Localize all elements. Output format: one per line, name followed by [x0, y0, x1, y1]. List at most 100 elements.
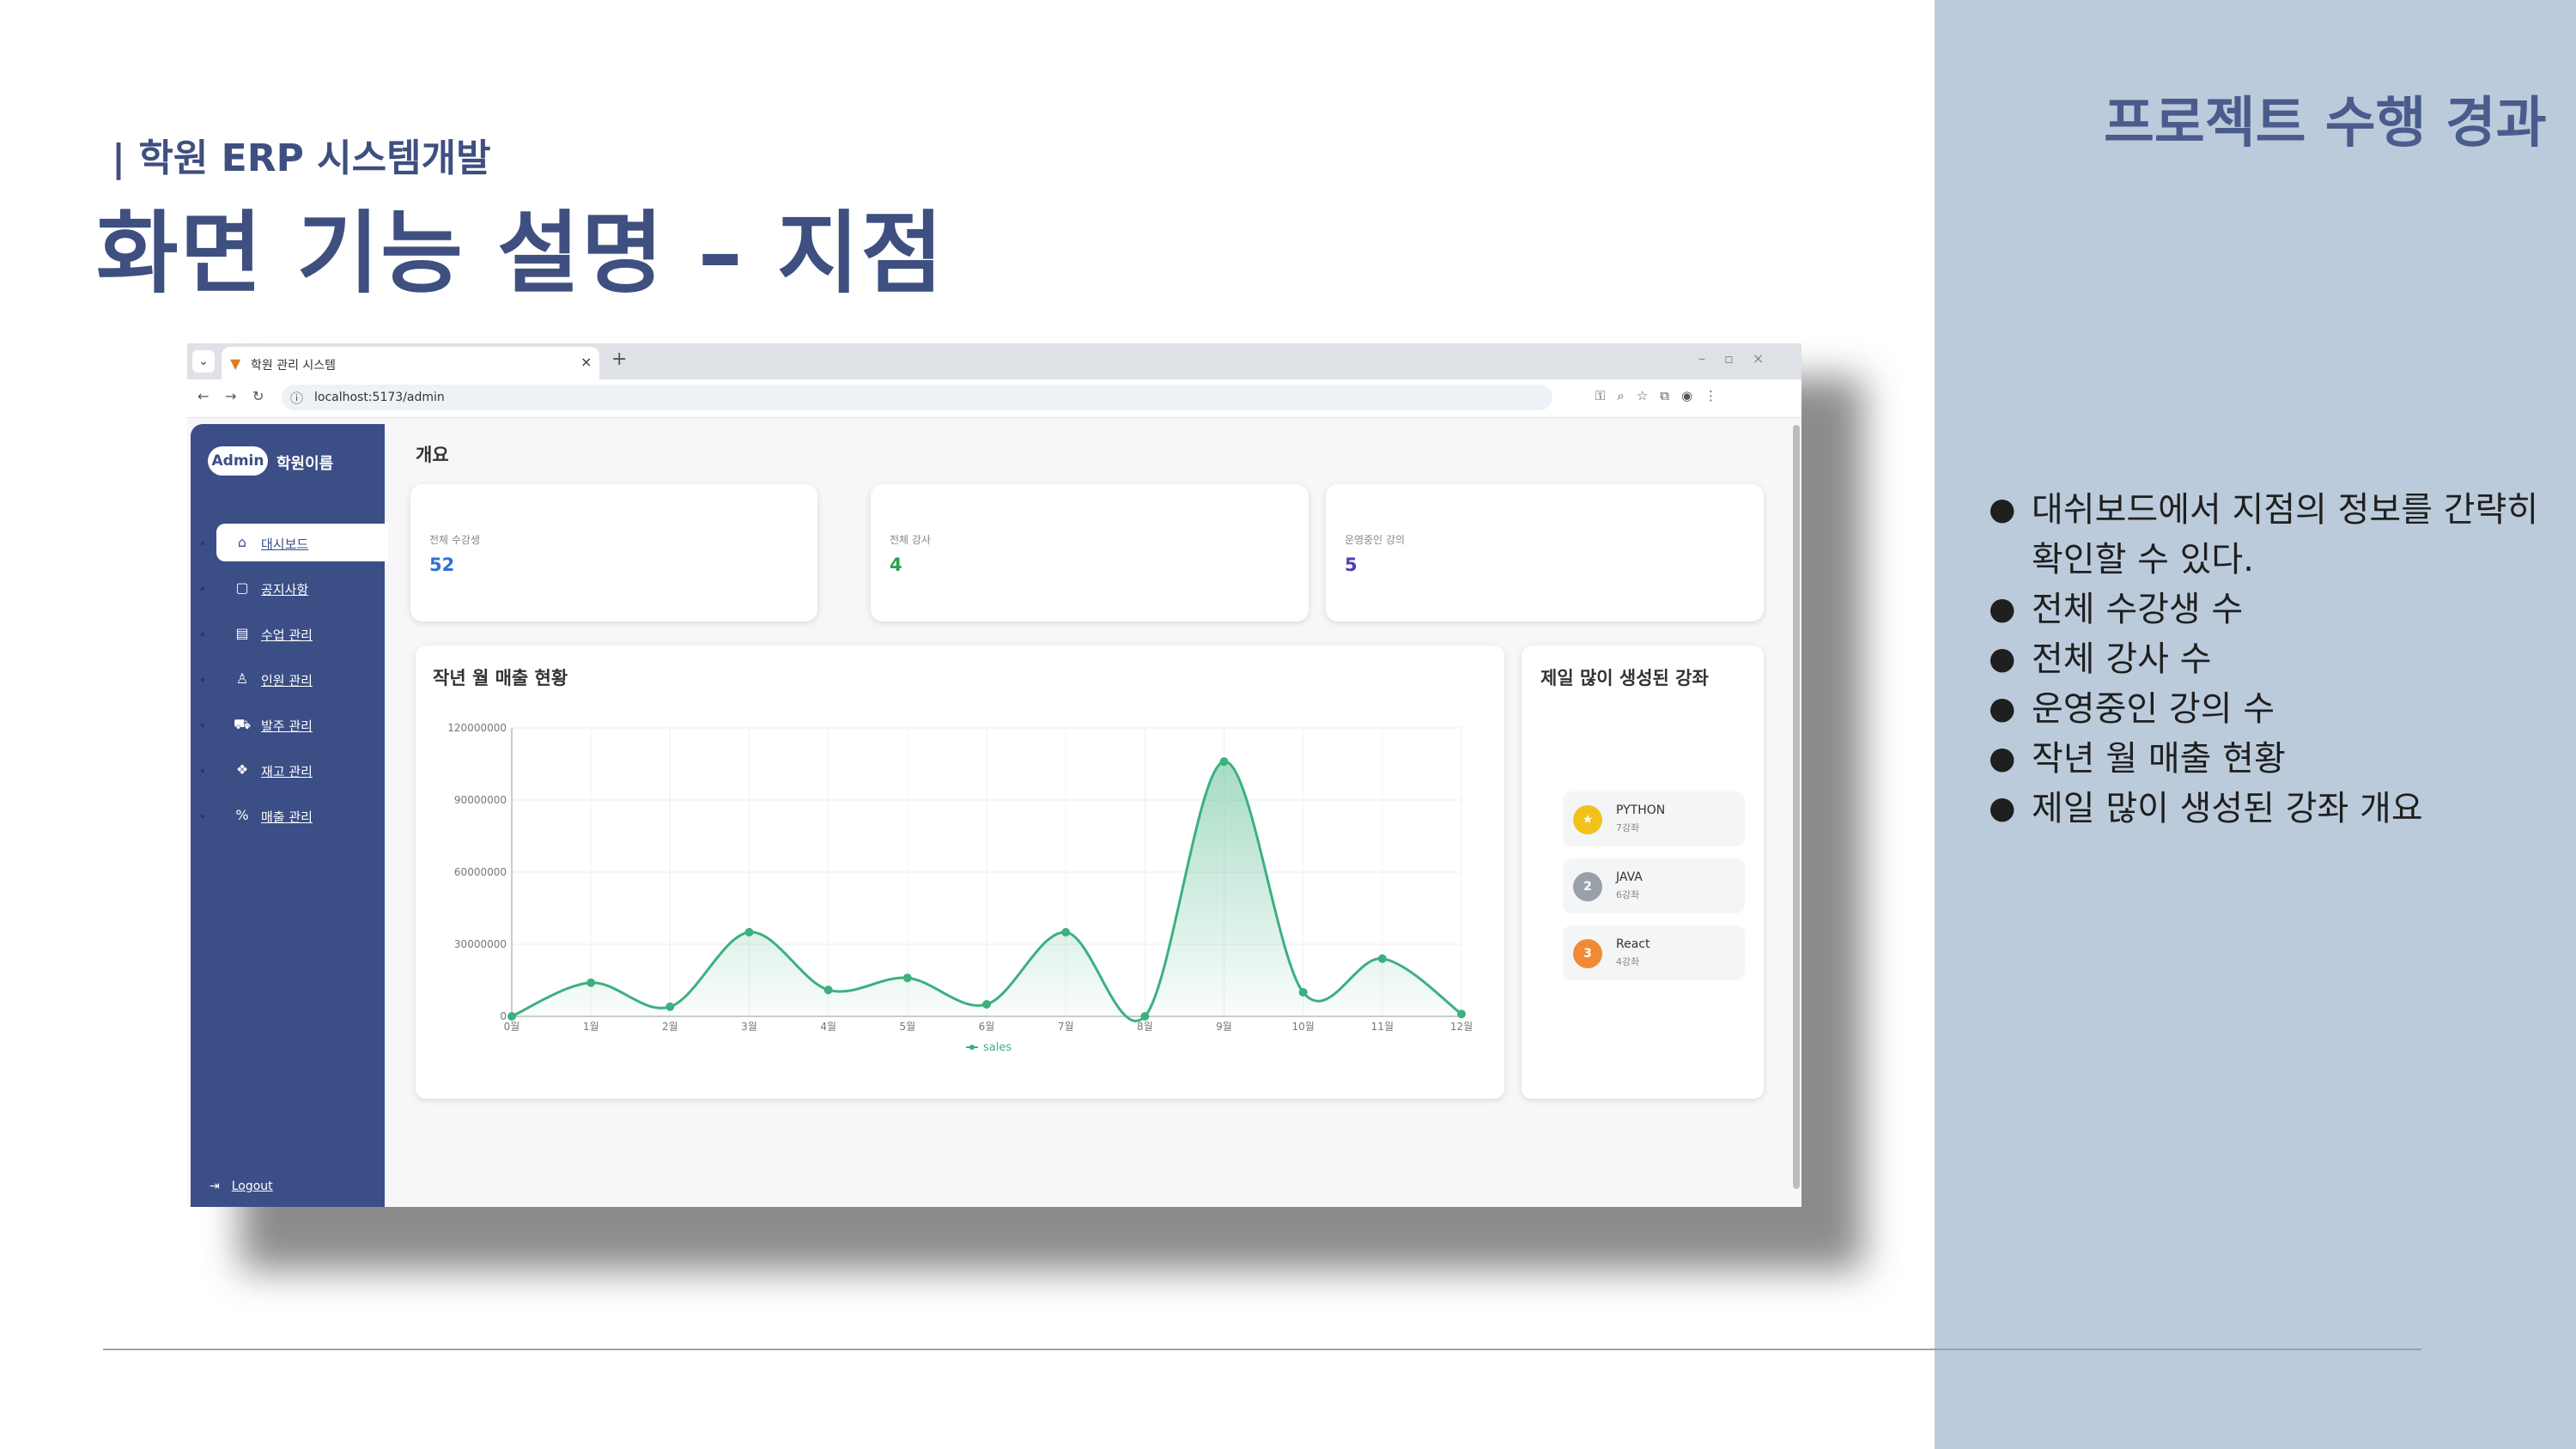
bullet-text: 전체 수강생 수 [2032, 590, 2244, 629]
legend-label: sales [983, 1041, 1012, 1054]
app-sidebar: Admin 학원이름 ⌂ 대시보드 ▢ 공지사항 ▤ 수업 관리 ♙ 인원 관리 [191, 424, 388, 1207]
bullet-item: ● 작년 월 매출 현황 [1989, 739, 2286, 779]
x-tick-label: 11월 [1371, 1021, 1394, 1033]
x-tick-label: 8월 [1137, 1021, 1153, 1033]
sidebar-item-orders[interactable]: ⛟ 발주 관리 [191, 702, 385, 748]
address-bar: ← → ↻ ⓘ localhost:5173/admin ⚿⌕☆⧉◉⋮ [187, 379, 1801, 418]
user-icon: ♙ [235, 670, 249, 687]
x-tick-label: 10월 [1292, 1021, 1315, 1033]
sidebar-item-label: 대시보드 [261, 537, 309, 552]
sidebar-item-inventory[interactable]: ❖ 재고 관리 [191, 748, 385, 793]
data-point [1061, 928, 1071, 937]
data-point [586, 978, 596, 987]
brand-name: 학원이름 [276, 455, 334, 473]
browser-tab[interactable]: ▼ 학원 관리 시스템 × [222, 347, 599, 379]
sales-chart-card: 작년 월 매출 현황 0 30000000 60000000 90000000 1200… [416, 646, 1504, 1099]
window-controls[interactable]: –▫× [1698, 350, 1783, 367]
reload-icon[interactable]: ↻ [252, 388, 264, 404]
x-tick-label: 3월 [741, 1021, 757, 1033]
back-icon[interactable]: ← [197, 388, 209, 404]
tab-title: 학원 관리 시스템 [251, 359, 337, 373]
x-tick-label: 6월 [979, 1021, 995, 1033]
close-icon[interactable]: × [580, 354, 592, 370]
bullet-item: ● 전체 수강생 수 [1989, 590, 2244, 629]
bullet-list: ● 대쉬보드에서 지점의 정보를 간략히 확인할 수 있다. ● 전체 수강생 수 … [1984, 485, 2550, 834]
data-point [744, 928, 754, 937]
stat-label: 전체 강사 [890, 534, 931, 546]
toolbar-icons[interactable]: ⚿⌕☆⧉◉⋮ [1595, 388, 1729, 403]
brand-badge: Admin [208, 446, 268, 476]
sidebar-item-label: 재고 관리 [261, 764, 313, 779]
page-scrollbar[interactable] [1793, 425, 1800, 1189]
sidebar-item-notices[interactable]: ▢ 공지사항 [191, 566, 385, 611]
url-text: localhost:5173/admin [314, 391, 445, 404]
bullet-text: 운영중인 강의 수 [2032, 689, 2275, 729]
favicon-icon: ▼ [230, 355, 241, 372]
data-point [665, 1002, 675, 1011]
info-icon[interactable]: ⓘ [290, 389, 303, 407]
sidebar-item-people[interactable]: ♙ 인원 관리 [191, 657, 385, 702]
cart-icon: ⛟ [234, 716, 252, 732]
url-field[interactable]: ⓘ localhost:5173/admin [282, 385, 1552, 410]
course-name: PYTHON [1616, 803, 1666, 817]
forward-icon[interactable]: → [225, 388, 236, 404]
bottom-rule [103, 1349, 2421, 1350]
data-point [902, 973, 912, 983]
course-name: React [1616, 937, 1650, 951]
slide-kicker: 프로젝트 수행 경과 [2104, 92, 2547, 155]
logout-icon: ⇥ [210, 1179, 220, 1193]
browser-tabbar: ⌄ ▼ 학원 관리 시스템 × + –▫× [187, 343, 1801, 379]
x-tick-label: 2월 [662, 1021, 678, 1033]
data-point [1457, 1009, 1466, 1019]
sidebar-item-classes[interactable]: ▤ 수업 관리 [191, 611, 385, 657]
slide-subtitle: | 학원 ERP 시스템개발 [112, 136, 491, 180]
menu-icon[interactable]: ⌄ [192, 350, 215, 373]
x-tick-label: 0월 [504, 1021, 520, 1033]
legend-marker [969, 1045, 975, 1050]
star-icon: ★ [1573, 805, 1602, 834]
page-title: 개요 [416, 445, 449, 465]
sidebar-item-label: 수업 관리 [261, 627, 313, 643]
sidebar-item-label: 인원 관리 [261, 673, 313, 688]
data-point [823, 985, 833, 995]
data-point [1219, 757, 1229, 767]
bullet-item: ● 대쉬보드에서 지점의 정보를 간략히 확인할 수 있다. [1989, 490, 2539, 579]
sidebar-item-dashboard[interactable]: ⌂ 대시보드 [191, 520, 388, 566]
x-tick-label: 7월 [1058, 1021, 1074, 1033]
y-tick-label: 90000000 [454, 794, 507, 806]
data-point [1140, 1012, 1150, 1021]
sidebar-menu: ⌂ 대시보드 ▢ 공지사항 ▤ 수업 관리 ♙ 인원 관리 ⛟ 발주 관리 ❖ … [191, 520, 388, 839]
course-count: 7강좌 [1616, 822, 1640, 834]
stat-label: 전체 수강생 [429, 534, 481, 546]
x-tick-label: 12월 [1450, 1021, 1473, 1033]
percent-icon: % [235, 807, 249, 823]
stat-value: 52 [429, 555, 455, 575]
home-icon: ⌂ [237, 534, 247, 550]
logout-link[interactable]: ⇥ Logout [210, 1179, 273, 1193]
y-tick-label: 60000000 [454, 866, 507, 878]
course-item: 3 React 4강좌 [1563, 925, 1745, 980]
bullet-text: 제일 많이 생성된 강좌 개요 [2032, 789, 2423, 828]
stat-value: 4 [890, 555, 902, 575]
sidebar-item-label: 발주 관리 [261, 718, 313, 734]
course-name: JAVA [1616, 870, 1643, 884]
sidebar-item-label: 매출 관리 [261, 809, 313, 825]
x-tick-label: 1월 [583, 1021, 599, 1033]
stat-label: 운영중인 강의 [1345, 534, 1406, 546]
bullet-item: ● 전체 강사 수 [1989, 640, 2212, 679]
data-point [1298, 988, 1308, 997]
bullet-text: 작년 월 매출 현황 [2032, 739, 2286, 779]
rank-badge: 2 [1573, 872, 1602, 901]
calendar-icon: ▤ [235, 625, 249, 641]
sidebar-item-sales[interactable]: % 매출 관리 [191, 793, 385, 839]
course-item: ★ PYTHON 7강좌 [1563, 791, 1745, 846]
new-tab-icon[interactable]: + [611, 349, 627, 370]
x-tick-label: 4월 [820, 1021, 836, 1033]
y-tick-label: 120000000 [447, 722, 507, 734]
document-icon: ▢ [235, 579, 249, 596]
slide-title: 화면 기능 설명 – 지점 [96, 201, 945, 306]
boxes-icon: ❖ [235, 761, 249, 778]
bullet-item: ● 운영중인 강의 수 [1989, 689, 2275, 729]
logout-label: Logout [231, 1179, 273, 1193]
bullet-text: 전체 강사 수 [2032, 640, 2212, 679]
